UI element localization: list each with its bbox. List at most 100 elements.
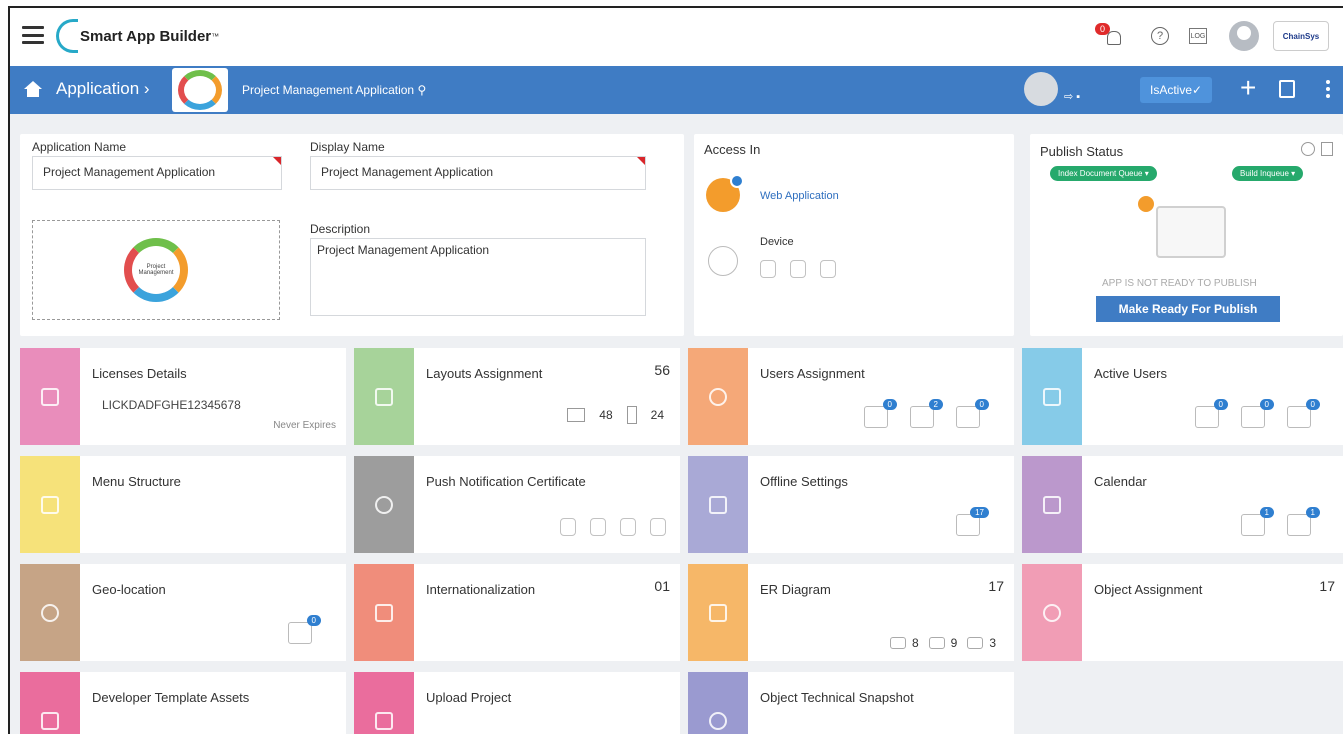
badge-item-icon[interactable]: 17 <box>956 507 989 536</box>
app-nav-bar: Application › Project Management Applica… <box>10 66 1343 114</box>
android-icon[interactable] <box>760 260 776 278</box>
tile-title: Internationalization <box>426 582 536 597</box>
tile-object-technical-snapshot[interactable]: Object Technical Snapshot <box>688 672 1014 734</box>
tile-layouts-assignment[interactable]: Layouts Assignment 56 48 24 <box>354 348 680 445</box>
tile-title: Upload Project <box>426 690 512 705</box>
tile-licenses-details[interactable]: Licenses Details LICKDADFGHE12345678 Never… <box>20 348 346 445</box>
index-document-queue-pill[interactable]: Index Document Queue ▾ <box>1050 166 1157 181</box>
badge-count: 0 <box>1259 399 1274 410</box>
tile-upload-project[interactable]: Upload Project <box>354 672 680 734</box>
badge-icons: 0 0 0 <box>1195 399 1320 428</box>
badge-count: 0 <box>882 399 897 410</box>
history-icon[interactable] <box>1301 142 1315 156</box>
push-notification-certificate-icon <box>375 495 393 514</box>
mobile-device-icon[interactable] <box>708 246 738 276</box>
application-name-input[interactable]: Project Management Application <box>32 156 282 190</box>
warning-icon <box>1138 196 1154 212</box>
save-publish-icon[interactable] <box>1321 142 1333 156</box>
home-icon[interactable] <box>24 81 42 97</box>
badge-count: 2 <box>928 399 943 410</box>
notification-bell-icon[interactable]: 0 <box>1095 21 1125 51</box>
tile-calendar[interactable]: Calendar 1 1 <box>1022 456 1343 553</box>
owner-avatar[interactable] <box>1024 72 1058 106</box>
active-users-icon <box>1043 387 1061 406</box>
is-active-toggle[interactable]: IsActive✓ <box>1140 77 1213 103</box>
er-stat-value: 3 <box>989 636 996 650</box>
licenses-details-icon <box>41 387 59 406</box>
badge-item-icon[interactable]: 1 <box>1241 507 1274 536</box>
android-icon[interactable] <box>560 518 576 536</box>
badge-item-icon[interactable]: 0 <box>864 399 897 428</box>
required-marker <box>637 157 645 165</box>
badge-count: 17 <box>970 507 989 518</box>
object-assignment-icon <box>1043 603 1061 622</box>
badge-icons: 17 <box>956 507 989 536</box>
web-application-icon[interactable] <box>706 174 744 212</box>
badge-item-icon[interactable]: 0 <box>1241 399 1274 428</box>
tile-title: Calendar <box>1094 474 1147 489</box>
web-application-label[interactable]: Web Application <box>760 190 839 202</box>
log-icon[interactable]: LOG <box>1189 28 1207 44</box>
display-name-input[interactable]: Project Management Application <box>310 156 646 190</box>
er-diagram-stats: 8 9 3 <box>889 636 1000 650</box>
apple-icon[interactable] <box>790 260 806 278</box>
tile-offline-settings[interactable]: Offline Settings 17 <box>688 456 1014 553</box>
offline-settings-icon <box>709 495 727 514</box>
tile-count: 17 <box>988 578 1004 594</box>
tile-developer-template-assets[interactable]: Developer Template Assets <box>20 672 346 734</box>
save-icon[interactable] <box>1279 80 1295 98</box>
tile-color-strip <box>354 348 414 445</box>
make-ready-for-publish-button[interactable]: Make Ready For Publish <box>1096 296 1280 322</box>
add-button[interactable]: + <box>1240 72 1256 104</box>
menu-icon[interactable] <box>22 26 44 44</box>
user-avatar[interactable] <box>1229 21 1259 51</box>
logo-text: Smart App Builder <box>80 27 212 45</box>
apple-icon[interactable] <box>650 518 666 536</box>
tile-color-strip <box>688 564 748 661</box>
not-ready-status: APP IS NOT READY TO PUBLISH <box>1102 278 1257 289</box>
badge-item-icon[interactable]: 0 <box>956 399 989 428</box>
upload-project-icon <box>375 711 393 730</box>
badge-item-icon[interactable]: 0 <box>1195 399 1228 428</box>
more-options-icon[interactable] <box>1326 80 1330 98</box>
windows-icon[interactable] <box>820 260 836 278</box>
logo-upload-area[interactable]: Project Management <box>32 220 280 320</box>
license-expiry: Never Expires <box>273 420 336 431</box>
badge-item-icon[interactable]: 0 <box>288 615 321 644</box>
tile-title: Geo-location <box>92 582 166 597</box>
build-inqueue-pill[interactable]: Build Inqueue ▾ <box>1232 166 1304 181</box>
description-textarea[interactable]: Project Management Application <box>310 238 646 316</box>
developer-template-assets-icon <box>41 711 59 730</box>
tile-title: Active Users <box>1094 366 1167 381</box>
badge-item-icon[interactable]: 0 <box>1287 399 1320 428</box>
badge-item-icon[interactable]: 1 <box>1287 507 1320 536</box>
tile-menu-structure[interactable]: Menu Structure <box>20 456 346 553</box>
tile-object-assignment[interactable]: Object Assignment 17 <box>1022 564 1343 661</box>
app-logo[interactable]: Smart App Builder ™ <box>56 18 219 54</box>
help-icon[interactable]: ? <box>1151 27 1169 45</box>
tile-color-strip <box>20 672 80 734</box>
entity-icon <box>889 637 906 649</box>
application-name-value: Project Management Application <box>43 165 216 179</box>
tile-geo-location[interactable]: Geo-location 0 <box>20 564 346 661</box>
certificate-os-icons <box>560 518 666 536</box>
badge-item-icon[interactable]: 2 <box>910 399 943 428</box>
breadcrumb[interactable]: Application › <box>56 79 150 99</box>
app-title[interactable]: Project Management Application ⚲ <box>242 83 426 97</box>
er-diagram-icon <box>709 603 727 622</box>
tile-active-users[interactable]: Active Users 0 0 0 <box>1022 348 1343 445</box>
application-details-panel: Application Name Project Management Appl… <box>20 134 684 336</box>
search-icon[interactable]: ⚲ <box>417 83 426 97</box>
tile-push-notification-certificate[interactable]: Push Notification Certificate <box>354 456 680 553</box>
tile-internationalization[interactable]: Internationalization 01 <box>354 564 680 661</box>
apple-icon[interactable] <box>620 518 636 536</box>
login-lock-icon[interactable]: ⇨ ▪ <box>1064 90 1080 103</box>
tile-er-diagram[interactable]: ER Diagram 17 8 9 3 <box>688 564 1014 661</box>
cycle-logo-icon <box>178 70 222 110</box>
app-title-text: Project Management Application <box>242 83 415 97</box>
project-management-logo-icon: Project Management <box>124 238 188 302</box>
android-icon[interactable] <box>590 518 606 536</box>
badge-count: 1 <box>1259 507 1274 518</box>
tile-users-assignment[interactable]: Users Assignment 0 2 0 <box>688 348 1014 445</box>
tile-title: Push Notification Certificate <box>426 474 586 489</box>
